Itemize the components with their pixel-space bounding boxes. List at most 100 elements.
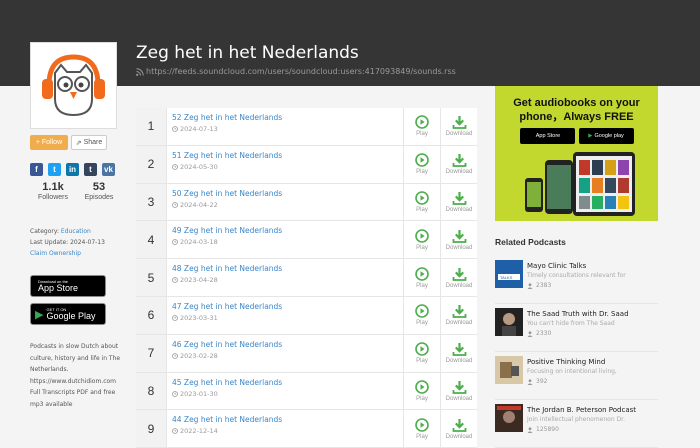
episode-date-text: 2024-04-22 (180, 200, 218, 209)
linkedin-icon[interactable]: in (66, 163, 79, 176)
episode-row: 5 48 Zeg het in het Nederlands 2023-04-2… (136, 259, 477, 297)
follow-button[interactable]: + Follow (30, 135, 68, 150)
download-label: Download (445, 282, 473, 289)
download-button[interactable]: Download (440, 296, 477, 334)
related-podcast-count: 2383 (527, 282, 626, 289)
episode-info: 49 Zeg het in het Nederlands 2024-03-18 (167, 221, 403, 258)
episode-title-link[interactable]: 49 Zeg het in het Nederlands (172, 226, 403, 235)
play-label: Play (416, 395, 428, 402)
download-button[interactable]: Download (440, 145, 477, 183)
episode-title-link[interactable]: 44 Zeg het in het Nederlands (172, 415, 403, 424)
related-podcast-title[interactable]: Positive Thinking Mind (527, 358, 617, 366)
clock-icon (172, 390, 178, 397)
ad-phones-illustration (525, 152, 635, 216)
download-icon (452, 154, 466, 168)
appstore-large-text: App Store (38, 283, 79, 293)
episode-date: 2023-02-28 (172, 352, 403, 360)
play-label: Play (416, 358, 428, 365)
play-icon (415, 342, 429, 356)
play-button[interactable]: Play (403, 334, 440, 372)
audiobook-ad-banner[interactable]: Get audiobooks on your phone，Always FREE… (495, 86, 658, 221)
episode-title-link[interactable]: 50 Zeg het in het Nederlands (172, 189, 403, 198)
episode-number: 6 (136, 296, 167, 334)
play-label: Play (416, 433, 428, 440)
ad-appstore-text: App Store (535, 133, 561, 139)
vk-icon[interactable]: vk (102, 163, 115, 176)
download-button[interactable]: Download (440, 221, 477, 259)
download-button[interactable]: Download (440, 108, 477, 145)
episode-date-text: 2023-03-31 (180, 313, 218, 322)
claim-ownership-link[interactable]: Claim Ownership (30, 250, 81, 257)
episode-date: 2024-07-13 (172, 125, 403, 133)
related-podcast-item[interactable]: The Saad Truth with Dr. Saad You can't h… (495, 304, 658, 352)
play-icon (415, 228, 429, 243)
play-icon (415, 153, 429, 167)
related-podcast-count: 125890 (527, 426, 636, 433)
episode-number: 1 (136, 108, 167, 145)
episode-info: 44 Zeg het in het Nederlands 2022-12-14 (167, 410, 403, 447)
app-store-badge[interactable]: Download on the App Store (30, 275, 106, 297)
episode-date: 2023-04-28 (172, 276, 403, 284)
episode-number: 8 (136, 372, 167, 410)
download-button[interactable]: Download (440, 183, 477, 221)
download-label: Download (445, 395, 473, 402)
episode-row: 9 44 Zeg het in het Nederlands 2022-12-1… (136, 410, 477, 448)
followers-count: 1.1k (42, 181, 64, 193)
download-button[interactable]: Download (440, 372, 477, 410)
episode-title-link[interactable]: 46 Zeg het in het Nederlands (172, 340, 403, 349)
episode-number: 4 (136, 221, 167, 259)
download-icon (452, 267, 466, 281)
google-play-badge[interactable]: ▶ GET IT ON Google Play (30, 303, 106, 325)
share-button[interactable]: ⇗ Share (71, 135, 107, 150)
related-podcast-title[interactable]: The Saad Truth with Dr. Saad (527, 310, 629, 318)
ad-appstore-badge[interactable]: App Store (519, 128, 575, 144)
episode-info: 50 Zeg het in het Nederlands 2024-04-22 (167, 184, 403, 221)
ad-googleplay-badge[interactable]: ▶ Google play (578, 128, 634, 144)
saad-truth-thumbnail (495, 308, 523, 336)
download-button[interactable]: Download (440, 259, 477, 296)
episode-info: 46 Zeg het in het Nederlands 2023-02-28 (167, 335, 403, 372)
twitter-icon[interactable]: t (48, 163, 61, 176)
related-podcast-title[interactable]: Mayo Clinic Talks (527, 262, 626, 270)
related-podcast-title[interactable]: The Jordan B. Peterson Podcast (527, 406, 636, 414)
category-label: Category: (30, 228, 59, 235)
download-label: Download (445, 131, 473, 138)
ad-line1: Get audiobooks on your (513, 97, 640, 109)
play-button[interactable]: Play (403, 108, 440, 145)
related-podcast-item[interactable]: TALKS Mayo Clinic Talks Timely consultat… (495, 256, 658, 304)
episode-info: 45 Zeg het in het Nederlands 2023-01-30 (167, 373, 403, 410)
play-button[interactable]: Play (403, 296, 440, 334)
facebook-icon[interactable]: f (30, 163, 43, 176)
googleplay-large-text: Google Play (46, 311, 96, 321)
play-button[interactable]: Play (403, 259, 440, 296)
play-button[interactable]: Play (403, 145, 440, 183)
play-label: Play (416, 131, 428, 138)
episode-title-link[interactable]: 47 Zeg het in het Nederlands (172, 302, 403, 311)
episode-title-link[interactable]: 45 Zeg het in het Nederlands (172, 378, 403, 387)
followers-label: Followers (38, 194, 68, 201)
download-button[interactable]: Download (440, 410, 477, 448)
tumblr-icon[interactable]: t (84, 163, 97, 176)
episode-title-link[interactable]: 51 Zeg het in het Nederlands (172, 151, 403, 160)
play-button[interactable]: Play (403, 221, 440, 259)
user-icon (527, 282, 533, 289)
category-link[interactable]: Education (61, 228, 91, 235)
play-button[interactable]: Play (403, 410, 440, 448)
feed-url[interactable]: https://feeds.soundcloud.com/users/sound… (136, 67, 456, 76)
episode-title-link[interactable]: 52 Zeg het in het Nederlands (172, 113, 403, 122)
episode-date-text: 2023-01-30 (180, 389, 218, 398)
play-button[interactable]: Play (403, 183, 440, 221)
download-button[interactable]: Download (440, 334, 477, 372)
clock-icon (172, 239, 178, 246)
related-podcast-item[interactable]: Positive Thinking Mind Focusing on inten… (495, 352, 658, 400)
download-label: Download (445, 244, 473, 251)
episode-info: 52 Zeg het in het Nederlands 2024-07-13 (167, 108, 403, 145)
download-icon (452, 229, 466, 243)
owl-headphones-logo (42, 54, 105, 117)
episode-title-link[interactable]: 48 Zeg het in het Nederlands (172, 264, 403, 273)
episode-number: 5 (136, 259, 167, 296)
episode-row: 7 46 Zeg het in het Nederlands 2023-02-2… (136, 334, 477, 373)
play-button[interactable]: Play (403, 372, 440, 410)
episode-info: 51 Zeg het in het Nederlands 2024-05-30 (167, 146, 403, 183)
episode-row: 8 45 Zeg het in het Nederlands 2023-01-3… (136, 372, 477, 411)
